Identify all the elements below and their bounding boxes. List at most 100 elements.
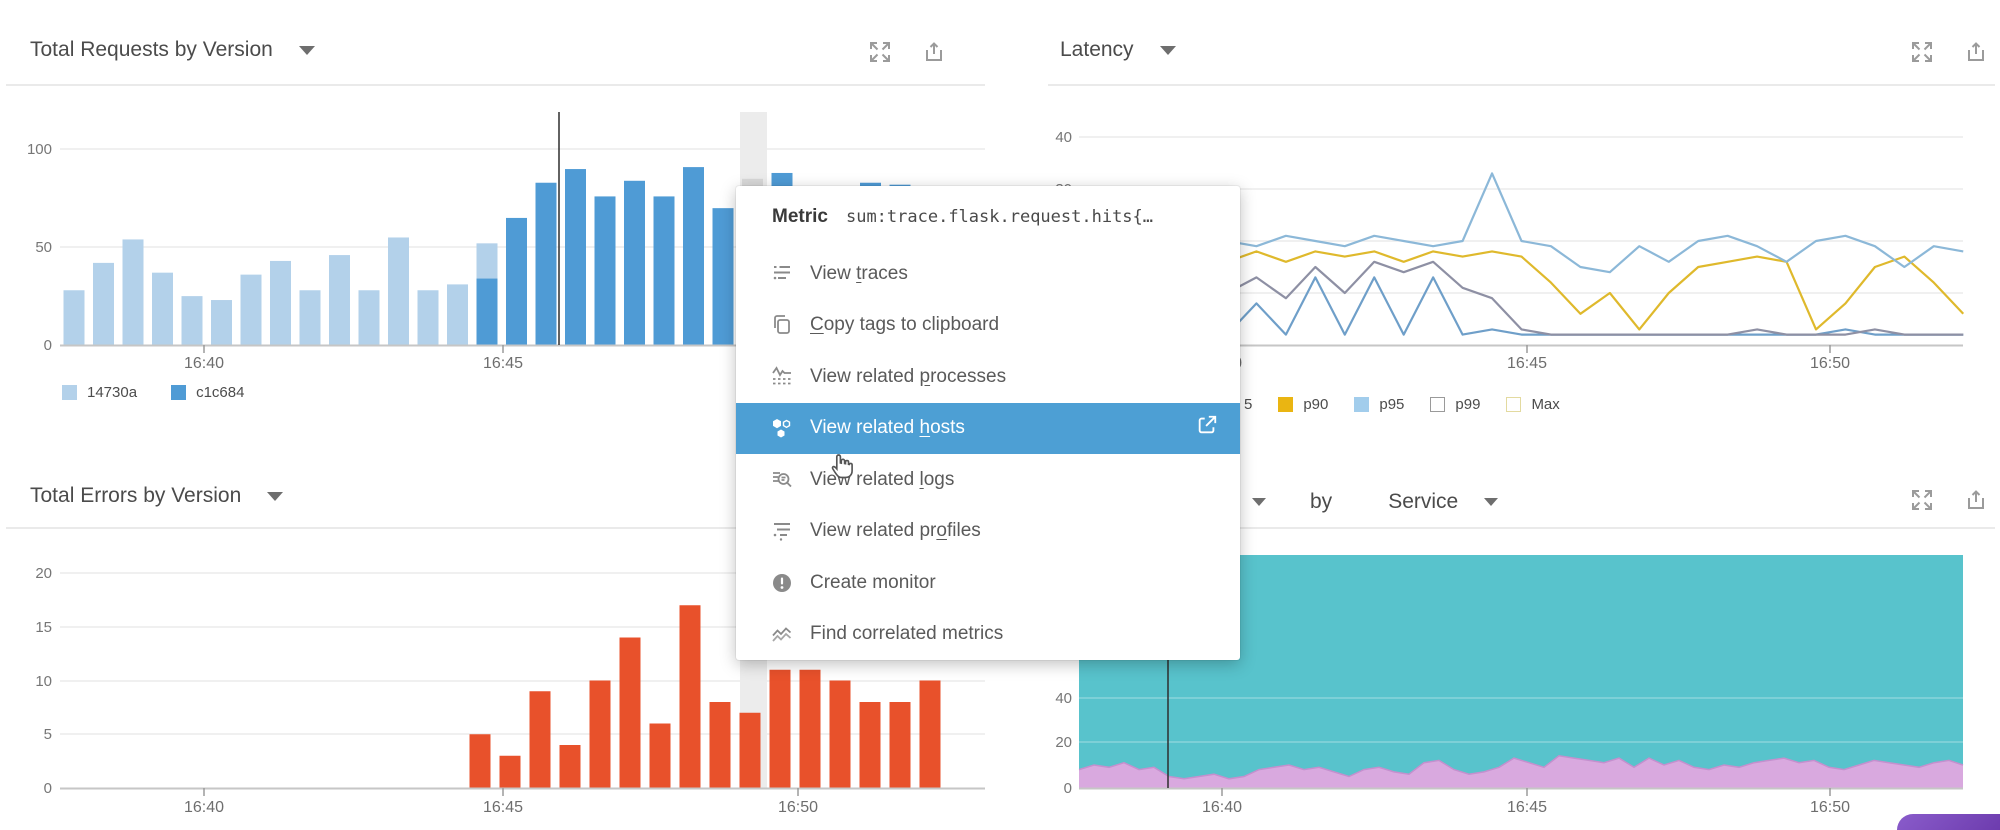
svg-text:16:40: 16:40 bbox=[184, 799, 224, 816]
legend-label: 14730a bbox=[87, 384, 137, 401]
legend-item-p99[interactable]: p99 bbox=[1430, 396, 1480, 413]
menu-item-label: Create monitor bbox=[810, 572, 936, 594]
svg-text:10: 10 bbox=[35, 673, 52, 690]
menu-item-view-traces[interactable]: View traces bbox=[736, 248, 1240, 300]
service-panel-actions bbox=[1910, 488, 1988, 512]
latency-series-series-steel-blue bbox=[1227, 277, 1963, 334]
profiles-icon bbox=[770, 519, 794, 543]
menu-item-view-related-profiles[interactable]: View related profiles bbox=[736, 506, 1240, 558]
chevron-down-icon[interactable] bbox=[267, 492, 283, 501]
requests-legend: 14730a c1c684 bbox=[62, 384, 244, 401]
svg-text:16:45: 16:45 bbox=[483, 355, 523, 372]
legend-swatch bbox=[1354, 397, 1369, 412]
latency-panel-divider bbox=[1048, 84, 1995, 86]
legend-label: p90 bbox=[1303, 396, 1328, 413]
latency-series-p95 bbox=[1227, 173, 1963, 272]
service-group-select[interactable]: Service bbox=[1388, 490, 1458, 514]
legend-swatch bbox=[62, 385, 77, 400]
metric-context-menu-items: View traces Copy tags to clipboard View re… bbox=[736, 248, 1240, 660]
menu-item-copy-tags-to-clipboard[interactable]: Copy tags to clipboard bbox=[736, 300, 1240, 352]
legend-swatch bbox=[1506, 397, 1521, 412]
legend-label: p95 bbox=[1379, 396, 1404, 413]
metric-context-menu: Metric sum:trace.flask.request.hits{… Vi… bbox=[736, 186, 1240, 660]
svg-text:16:45: 16:45 bbox=[1507, 355, 1547, 372]
menu-item-label: View related profiles bbox=[810, 520, 981, 542]
legend-item-p95[interactable]: p95 bbox=[1354, 396, 1404, 413]
svg-text:50: 50 bbox=[35, 239, 52, 256]
requests-panel-title[interactable]: Total Requests by Version bbox=[30, 38, 273, 62]
svg-text:100: 100 bbox=[27, 141, 52, 158]
latency-panel-title[interactable]: Latency bbox=[1060, 38, 1134, 62]
menu-item-label: View related hosts bbox=[810, 417, 965, 439]
menu-item-label: View related processes bbox=[810, 366, 1006, 388]
chevron-down-icon[interactable] bbox=[299, 46, 315, 55]
metric-context-menu-header: Metric sum:trace.flask.request.hits{… bbox=[736, 186, 1240, 248]
latency-panel-actions bbox=[1910, 40, 1988, 64]
legend-label: c1c684 bbox=[196, 384, 244, 401]
svg-text:20: 20 bbox=[35, 565, 52, 582]
latency-series-series-gray bbox=[1227, 262, 1963, 335]
errors-panel-title[interactable]: Total Errors by Version bbox=[30, 484, 241, 508]
requests-panel-header: Total Requests by Version bbox=[30, 38, 315, 62]
correlated-icon bbox=[770, 622, 794, 646]
service-panel-header: by Service bbox=[1252, 490, 1498, 514]
metric-value: sum:trace.flask.request.hits{… bbox=[846, 207, 1153, 227]
svg-text:20: 20 bbox=[1055, 734, 1072, 751]
svg-text:40: 40 bbox=[1055, 690, 1072, 707]
share-icon[interactable] bbox=[922, 40, 946, 64]
corner-fab[interactable] bbox=[1897, 814, 2000, 830]
metric-label: Metric bbox=[772, 206, 828, 228]
menu-item-view-related-logs[interactable]: View related logs bbox=[736, 454, 1240, 506]
menu-item-label: Copy tags to clipboard bbox=[810, 314, 999, 336]
requests-panel-divider bbox=[6, 84, 985, 86]
latency-panel-header: Latency bbox=[1060, 38, 1176, 62]
menu-item-view-related-processes[interactable]: View related processes bbox=[736, 351, 1240, 403]
share-icon[interactable] bbox=[1964, 488, 1988, 512]
copy-icon bbox=[770, 313, 794, 337]
svg-text:16:40: 16:40 bbox=[184, 355, 224, 372]
expand-icon[interactable] bbox=[868, 40, 892, 64]
requests-panel-actions bbox=[868, 40, 946, 64]
svg-text:15: 15 bbox=[35, 619, 52, 636]
expand-icon[interactable] bbox=[1910, 40, 1934, 64]
menu-item-label: Find correlated metrics bbox=[810, 623, 1003, 645]
menu-item-label: View traces bbox=[810, 263, 908, 285]
external-link-icon bbox=[1196, 414, 1218, 442]
svg-text:16:45: 16:45 bbox=[1507, 799, 1547, 816]
monitor-icon bbox=[770, 571, 794, 595]
hosts-icon bbox=[770, 416, 794, 440]
legend-swatch bbox=[171, 385, 186, 400]
share-icon[interactable] bbox=[1964, 40, 1988, 64]
menu-item-view-related-hosts[interactable]: View related hosts bbox=[736, 403, 1240, 455]
legend-swatch bbox=[1278, 397, 1293, 412]
chevron-down-icon[interactable] bbox=[1160, 46, 1176, 55]
logs-icon bbox=[770, 468, 794, 492]
latency-series-p90 bbox=[1227, 251, 1963, 329]
svg-text:0: 0 bbox=[44, 780, 52, 797]
legend-item-14730a[interactable]: 14730a bbox=[62, 384, 137, 401]
svg-text:16:50: 16:50 bbox=[1810, 799, 1850, 816]
svg-text:5: 5 bbox=[44, 726, 52, 743]
latency-legend: 5 p90 p95 p99 Max bbox=[1244, 396, 1560, 413]
svg-text:0: 0 bbox=[1064, 780, 1072, 797]
legend-swatch bbox=[1430, 397, 1445, 412]
service-by-label: by bbox=[1310, 490, 1332, 514]
chevron-down-icon[interactable] bbox=[1484, 498, 1498, 506]
legend-item-c1c684[interactable]: c1c684 bbox=[171, 384, 244, 401]
legend-item-max[interactable]: Max bbox=[1506, 396, 1559, 413]
hand-cursor bbox=[826, 446, 862, 487]
errors-panel-header: Total Errors by Version bbox=[30, 484, 283, 508]
svg-text:0: 0 bbox=[44, 337, 52, 354]
legend-label: Max bbox=[1531, 396, 1559, 413]
legend-item-partial[interactable]: 5 bbox=[1244, 396, 1252, 413]
menu-item-create-monitor[interactable]: Create monitor bbox=[736, 557, 1240, 609]
svg-text:16:45: 16:45 bbox=[483, 799, 523, 816]
chevron-down-icon[interactable] bbox=[1252, 498, 1266, 506]
svg-text:40: 40 bbox=[1055, 129, 1072, 146]
legend-item-p90[interactable]: p90 bbox=[1278, 396, 1328, 413]
svg-text:16:40: 16:40 bbox=[1202, 799, 1242, 816]
legend-label: p99 bbox=[1455, 396, 1480, 413]
menu-item-find-correlated-metrics[interactable]: Find correlated metrics bbox=[736, 609, 1240, 661]
dashboard: 05010016:4016:4516:5001020304016:4016:45… bbox=[0, 0, 2000, 830]
expand-icon[interactable] bbox=[1910, 488, 1934, 512]
